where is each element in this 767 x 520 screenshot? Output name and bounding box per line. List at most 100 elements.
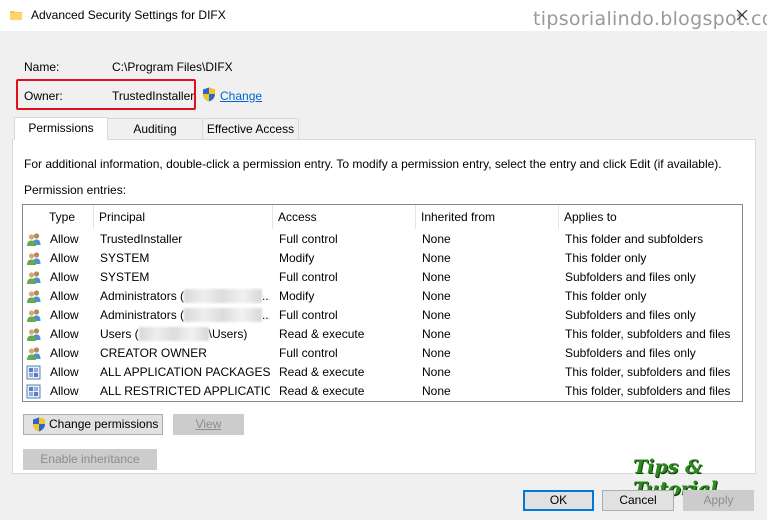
column-header-type[interactable]: Type xyxy=(44,205,94,229)
close-icon[interactable] xyxy=(733,6,751,24)
cell-inherited: None xyxy=(422,289,451,303)
cell-inherited: None xyxy=(422,270,451,284)
table-row[interactable]: Allow ALL APPLICATION PACKAGES Read & exec… xyxy=(23,363,742,382)
principal-name: ALL APPLICATION PACKAGES xyxy=(100,365,270,379)
cell-principal: Administrators (... xyxy=(100,306,270,325)
cell-applies: This folder, subfolders and files xyxy=(565,327,731,341)
tab-permissions[interactable]: Permissions xyxy=(14,117,108,140)
cell-access: Read & execute xyxy=(279,365,365,379)
cell-type: Allow xyxy=(50,251,79,265)
cell-inherited: None xyxy=(422,308,451,322)
principal-suffix: ... xyxy=(262,289,270,303)
principal-name: SYSTEM xyxy=(100,251,150,265)
ok-button[interactable]: OK xyxy=(523,490,594,511)
cell-type: Allow xyxy=(50,327,79,341)
cell-type: Allow xyxy=(50,384,79,398)
cell-applies: This folder, subfolders and files xyxy=(565,384,731,398)
column-header-access[interactable]: Access xyxy=(273,205,416,229)
table-row[interactable]: Allow Users ( \Users) Read & execute None Thi… xyxy=(23,325,742,344)
cell-access: Modify xyxy=(279,251,315,265)
table-row[interactable]: Allow ALL RESTRICTED APPLICATIO... Read & … xyxy=(23,382,742,401)
cell-type: Allow xyxy=(50,365,79,379)
user-group-icon xyxy=(26,251,42,266)
table-row[interactable]: Allow Administrators (... Modify None This f… xyxy=(23,287,742,306)
cell-inherited: None xyxy=(422,346,451,360)
apply-button[interactable]: Apply xyxy=(683,490,754,511)
tab-auditing[interactable]: Auditing xyxy=(107,118,203,140)
cell-principal: SYSTEM xyxy=(100,249,270,268)
cell-applies: This folder only xyxy=(565,251,647,265)
table-row[interactable]: Allow CREATOR OWNER Full control None Subfol… xyxy=(23,344,742,363)
cell-type: Allow xyxy=(50,270,79,284)
principal-name: Administrators ( xyxy=(100,308,185,322)
cancel-label: Cancel xyxy=(619,493,657,507)
cell-applies: Subfolders and files only xyxy=(565,270,696,284)
owner-label: Owner: xyxy=(24,89,63,103)
cell-applies: Subfolders and files only xyxy=(565,308,696,322)
user-group-icon xyxy=(26,289,42,304)
column-header-principal[interactable]: Principal xyxy=(94,205,273,229)
redacted-block xyxy=(184,289,263,303)
principal-name: ALL RESTRICTED APPLICATIO... xyxy=(100,384,270,398)
permission-entries-list[interactable]: Type Principal Access Inherited from App… xyxy=(22,204,743,402)
view-label: View xyxy=(195,417,222,431)
principal-name: Administrators ( xyxy=(100,289,185,303)
cell-access: Read & execute xyxy=(279,327,365,341)
tab-effective-access[interactable]: Effective Access xyxy=(202,118,299,140)
uac-shield-icon xyxy=(33,417,45,432)
cell-applies: Subfolders and files only xyxy=(565,346,696,360)
ok-label: OK xyxy=(549,493,568,507)
cell-inherited: None xyxy=(422,251,451,265)
cell-type: Allow xyxy=(50,289,79,303)
change-owner-link[interactable]: Change xyxy=(220,89,262,103)
cell-applies: This folder and subfolders xyxy=(565,232,704,246)
principal-name: CREATOR OWNER xyxy=(100,346,207,360)
cell-principal: Users ( \Users) xyxy=(100,325,270,344)
title-bar[interactable]: Advanced Security Settings for DIFX tips… xyxy=(0,0,767,31)
enable-inheritance-button[interactable]: Enable inheritance xyxy=(23,449,157,470)
window-title: Advanced Security Settings for DIFX xyxy=(31,8,226,22)
cell-access: Read & execute xyxy=(279,384,365,398)
cell-principal: Administrators (... xyxy=(100,287,270,306)
change-permissions-label: Change permissions xyxy=(49,417,159,431)
table-row[interactable]: Allow SYSTEM Full control None Subfolders an… xyxy=(23,268,742,287)
cell-access: Full control xyxy=(279,346,338,360)
list-header: Type Principal Access Inherited from App… xyxy=(23,205,742,229)
user-group-icon xyxy=(26,270,42,285)
watermark-text: tipsorialindo.blogspot.com xyxy=(533,8,767,30)
principal-name: Users ( xyxy=(100,327,139,341)
cell-principal: SYSTEM xyxy=(100,268,270,287)
cell-inherited: None xyxy=(422,365,451,379)
table-row[interactable]: Allow TrustedInstaller Full control None Thi… xyxy=(23,230,742,249)
change-permissions-button[interactable]: Change permissions xyxy=(23,414,163,435)
cell-principal: TrustedInstaller xyxy=(100,230,270,249)
owner-value: TrustedInstaller xyxy=(112,89,195,103)
principal-suffix: \Users) xyxy=(208,327,248,341)
table-row[interactable]: Allow SYSTEM Modify None This folder only xyxy=(23,249,742,268)
cell-inherited: None xyxy=(422,232,451,246)
name-value: C:\Program Files\DIFX xyxy=(112,60,233,74)
principal-name: TrustedInstaller xyxy=(100,232,183,246)
cell-inherited: None xyxy=(422,327,451,341)
cell-type: Allow xyxy=(50,308,79,322)
cell-inherited: None xyxy=(422,384,451,398)
uac-shield-icon xyxy=(203,87,215,102)
table-row[interactable]: Allow Administrators (... Full control None… xyxy=(23,306,742,325)
user-group-icon xyxy=(26,346,42,361)
view-button[interactable]: View xyxy=(173,414,244,435)
enable-inheritance-label: Enable inheritance xyxy=(40,452,140,466)
cell-access: Modify xyxy=(279,289,315,303)
cell-principal: CREATOR OWNER xyxy=(100,344,270,363)
app-package-icon xyxy=(26,384,42,399)
column-header-applies[interactable]: Applies to xyxy=(559,205,742,229)
cell-applies: This folder, subfolders and files xyxy=(565,365,731,379)
cancel-button[interactable]: Cancel xyxy=(602,490,674,511)
folder-icon xyxy=(10,11,22,20)
principal-suffix: ... xyxy=(262,308,270,322)
principal-name: SYSTEM xyxy=(100,270,150,284)
cell-access: Full control xyxy=(279,232,338,246)
cell-type: Allow xyxy=(50,232,79,246)
permission-entries-label: Permission entries: xyxy=(24,183,127,197)
column-header-inherited[interactable]: Inherited from xyxy=(416,205,559,229)
redacted-block xyxy=(184,308,263,322)
